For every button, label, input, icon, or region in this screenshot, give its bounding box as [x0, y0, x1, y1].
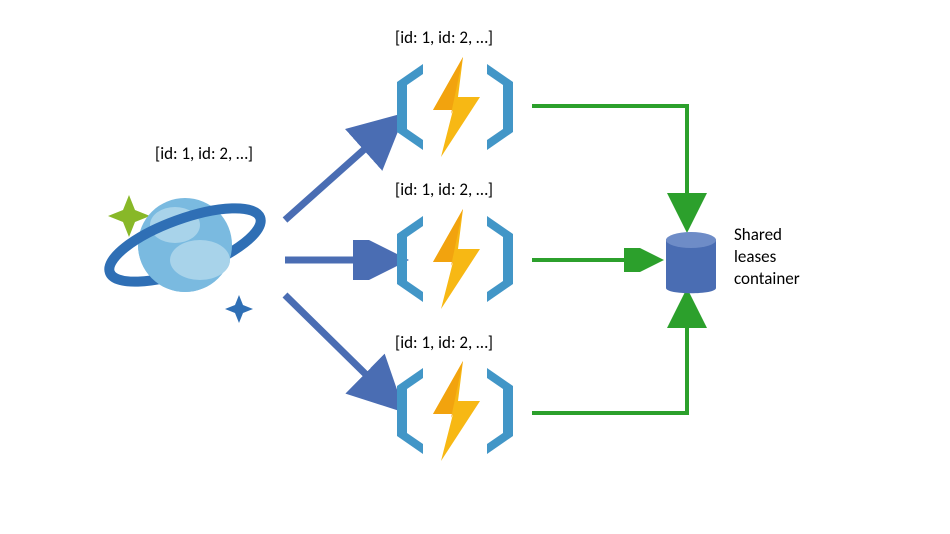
- source-label: [id: 1, id: 2, …]: [155, 143, 253, 164]
- leases-line3: container: [734, 268, 800, 290]
- leases-label: Shared leases container: [734, 224, 800, 290]
- leases-line1: Shared: [734, 224, 800, 246]
- azure-function-icon-2: [385, 204, 525, 314]
- database-icon: [661, 228, 721, 300]
- leases-line2: leases: [734, 246, 800, 268]
- fn1-label: [id: 1, id: 2, …]: [395, 27, 493, 48]
- azure-function-icon-3: [385, 356, 525, 466]
- arrow-fn3-to-leases: [527, 285, 707, 425]
- arrow-fn2-to-leases: [527, 248, 667, 272]
- fn3-label: [id: 1, id: 2, …]: [395, 332, 493, 353]
- arrow-fn1-to-leases: [527, 96, 707, 246]
- cosmos-db-icon: [95, 165, 275, 335]
- fn2-label: [id: 1, id: 2, …]: [395, 179, 493, 200]
- azure-function-icon-1: [385, 52, 525, 162]
